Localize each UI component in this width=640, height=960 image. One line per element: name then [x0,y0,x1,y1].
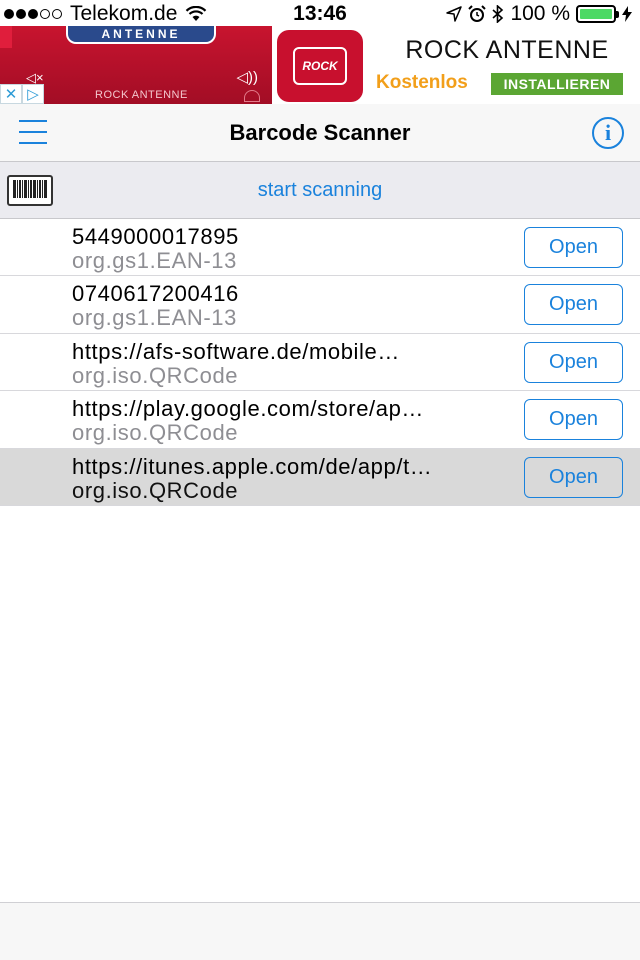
page-title: Barcode Scanner [229,120,411,145]
battery-level [580,9,612,19]
open-button[interactable]: Open [524,284,623,326]
location-arrow-icon [446,6,463,22]
bluetooth-icon [492,5,504,23]
battery-icon [576,5,619,23]
scan-type: org.gs1.EAN-13 [72,248,237,273]
list-item[interactable]: 0740617200416 org.gs1.EAN-13 Open [0,276,640,334]
scan-code: https://itunes.apple.com/de/app/t… [72,453,433,479]
bottom-toolbar [0,902,640,960]
scan-code: 5449000017895 [72,224,239,249]
scan-type: org.iso.QRCode [72,477,239,503]
scan-type: org.iso.QRCode [72,420,239,446]
ad-banner[interactable]: ANTENNE ◁× ◁)) ROCK ANTENNE ✕ ▷ ROCK ROC… [0,26,640,104]
ad-preview-name: ROCK ANTENNE [95,89,188,101]
ad-choices-icon[interactable]: ▷ [22,84,44,104]
close-ad-icon[interactable]: ✕ [0,84,22,104]
ad-logo-text: ROCK [293,47,347,85]
open-button[interactable]: Open [524,227,623,268]
heart-icon [244,90,260,102]
ad-price-label: Kostenlos [376,72,468,93]
status-bar: Telekom.de 13:46 100 % [0,0,640,26]
scan-type: org.gs1.EAN-13 [72,305,237,331]
list-item[interactable]: https://play.google.com/store/ap… org.is… [0,391,640,449]
start-scanning-button[interactable]: start scanning [0,179,640,202]
open-button[interactable]: Open [524,341,623,383]
scan-code: https://afs-software.de/mobile… [72,338,400,364]
ad-preview-banner: ANTENNE [66,26,216,44]
ad-install-button[interactable]: INSTALLIEREN [491,73,623,95]
info-icon[interactable]: i [592,117,624,149]
navigation-bar: Barcode Scanner i [0,104,640,162]
start-scanning-bar[interactable]: start scanning [0,162,640,219]
list-item-selected[interactable]: https://itunes.apple.com/de/app/t… org.i… [0,448,640,506]
ad-preview-accent [0,26,12,48]
ad-choices[interactable]: ✕ ▷ [0,84,44,104]
list-item[interactable]: https://afs-software.de/mobile… org.iso.… [0,333,640,392]
open-button[interactable]: Open [524,456,623,498]
list-item[interactable]: 5449000017895 org.gs1.EAN-13 Open [0,219,640,277]
battery-percent: 100 % [510,2,570,25]
ad-app-logo[interactable]: ROCK [277,30,363,102]
scan-code: https://play.google.com/store/ap… [72,396,425,422]
open-button[interactable]: Open [524,399,623,441]
alarm-clock-icon [468,5,487,22]
scan-history-list: 5449000017895 org.gs1.EAN-13 Open 074061… [0,219,640,506]
charging-bolt-icon [622,6,632,22]
scan-type: org.iso.QRCode [72,362,239,388]
ad-title[interactable]: ROCK ANTENNE [376,36,638,65]
scan-code: 0740617200416 [72,281,239,307]
volume-icon[interactable]: ◁)) [236,68,258,86]
status-right: 100 % [446,2,632,26]
